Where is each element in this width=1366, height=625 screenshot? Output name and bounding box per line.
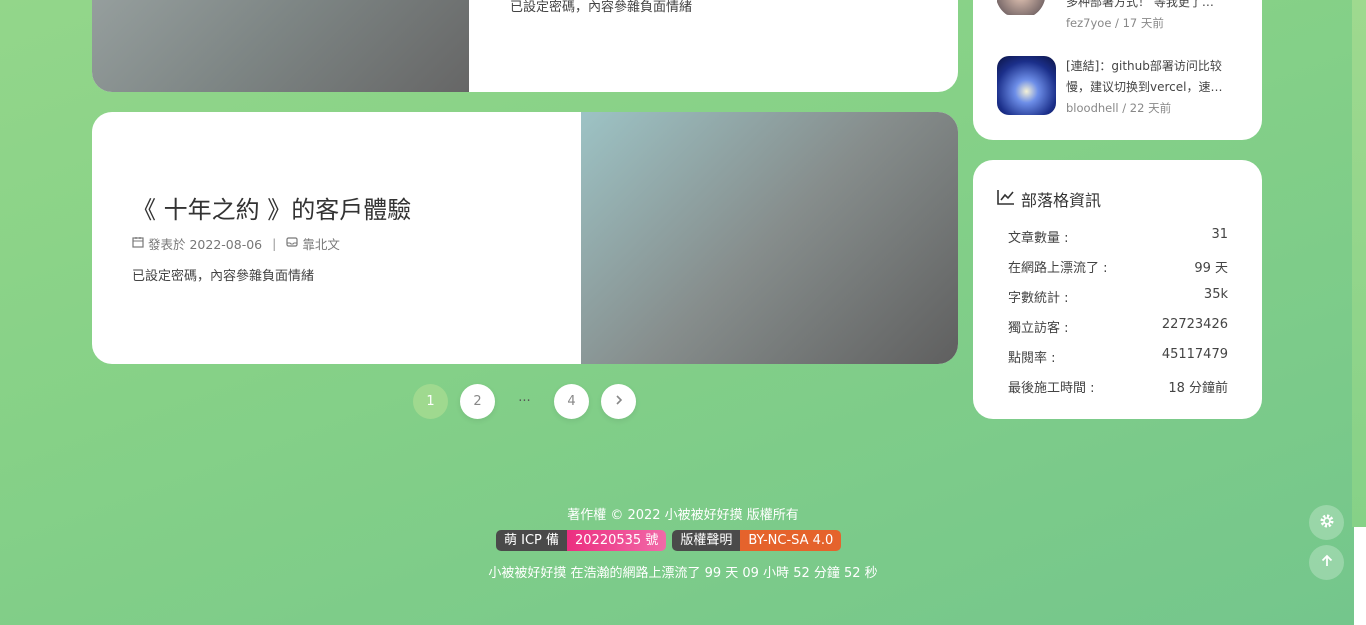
icp-badge[interactable]: 萌 ICP 備 20220535 號 xyxy=(496,530,667,551)
comment-text[interactable]: [連結]：github部署访问比较慢，建议切换到vercel，速… xyxy=(1066,56,1236,98)
comment-author-time: bloodhell / 22 天前 xyxy=(1066,101,1172,115)
info-row: 文章數量 : 31 xyxy=(1008,227,1228,246)
post-date: 發表於 2022-08-06 xyxy=(148,237,263,252)
arrow-up-icon xyxy=(1320,553,1334,572)
comment-author-time: fez7yoe / 17 天前 xyxy=(1066,16,1164,30)
post-card[interactable]: 《 十年之約 》的客戶體驗 發表於 2022-08-06 | 靠北文 已設定密碼… xyxy=(92,112,958,364)
info-label: 字數統計 : xyxy=(1008,291,1069,306)
recent-comments-card: 多种部署方式！ 等我更了… fez7yoe / 17 天前 [連結]：githu… xyxy=(973,0,1262,140)
footer-copyright: 著作權 © 2022 小被被好好摸 版權所有 xyxy=(567,508,799,523)
footer-badges: 萌 ICP 備 20220535 號 版權聲明 BY-NC-SA 4.0 xyxy=(496,530,842,551)
info-label: 點閱率 : xyxy=(1008,351,1056,366)
info-row: 獨立訪客 : 22723426 xyxy=(1008,317,1228,336)
info-value: 45117479 xyxy=(1161,347,1228,362)
license-badge[interactable]: 版權聲明 BY-NC-SA 4.0 xyxy=(672,530,842,551)
post-meta: 發表於 2022-08-06 | 靠北文 xyxy=(132,234,340,253)
blog-info-card: 部落格資訊 文章數量 : 31 在網路上漂流了 : 99 天 字數統計 : 35… xyxy=(973,160,1262,419)
pagination: 1 2 ··· 4 xyxy=(413,384,636,419)
info-value: 99 天 xyxy=(1194,261,1228,276)
avatar[interactable] xyxy=(997,0,1056,15)
footer-uptime: 小被被好好摸 在浩瀚的網路上漂流了 99 天 09 小時 52 分鐘 52 秒 xyxy=(488,566,878,581)
icp-badge-label: 萌 ICP 備 xyxy=(496,530,568,551)
post-category[interactable]: 靠北文 xyxy=(302,234,340,253)
comment-text[interactable]: 多种部署方式！ 等我更了… xyxy=(1066,0,1236,13)
info-row: 字數統計 : 35k xyxy=(1008,287,1228,306)
comment-item[interactable]: [連結]：github部署访问比较慢，建议切换到vercel，速… bloodh… xyxy=(997,56,1236,116)
chart-line-icon xyxy=(997,189,1015,209)
pagination-ellipsis: ··· xyxy=(518,394,531,409)
gear-icon xyxy=(1319,513,1335,533)
back-to-top-button[interactable] xyxy=(1309,545,1344,580)
info-value: 22723426 xyxy=(1161,317,1228,332)
inbox-icon xyxy=(286,236,298,251)
page-4-button[interactable]: 4 xyxy=(554,384,589,419)
comment-item[interactable]: 多种部署方式！ 等我更了… fez7yoe / 17 天前 xyxy=(997,0,1236,31)
license-badge-value: BY-NC-SA 4.0 xyxy=(740,530,842,551)
post-description: 已設定密碼，內容參雜負面情緒 xyxy=(132,269,315,284)
info-value: 31 xyxy=(1211,227,1228,242)
blog-info-title: 部落格資訊 xyxy=(1021,191,1102,210)
post-card[interactable]: 已設定密碼，內容參雜負面情緒 xyxy=(92,0,958,92)
license-badge-label: 版權聲明 xyxy=(672,530,741,551)
post-thumbnail[interactable] xyxy=(581,112,958,364)
icp-badge-value: 20220535 號 xyxy=(567,530,667,551)
info-row: 最後施工時間 : 18 分鐘前 xyxy=(1008,377,1228,396)
info-value: 18 分鐘前 xyxy=(1168,381,1228,396)
next-page-button[interactable] xyxy=(601,384,636,419)
post-description: 已設定密碼，內容參雜負面情緒 xyxy=(510,0,693,15)
page-1-button[interactable]: 1 xyxy=(413,384,448,419)
calendar-icon xyxy=(132,236,144,251)
info-label: 在網路上漂流了 : xyxy=(1008,261,1108,276)
info-label: 最後施工時間 : xyxy=(1008,381,1095,396)
post-title[interactable]: 《 十年之約 》的客戶體驗 xyxy=(132,190,411,225)
info-label: 文章數量 : xyxy=(1008,231,1069,246)
page-2-button[interactable]: 2 xyxy=(460,384,495,419)
info-label: 獨立訪客 : xyxy=(1008,321,1069,336)
info-row: 在網路上漂流了 : 99 天 xyxy=(1008,257,1228,276)
chevron-right-icon xyxy=(613,394,625,410)
settings-button[interactable] xyxy=(1309,505,1344,540)
info-value: 35k xyxy=(1203,287,1228,302)
meta-separator: | xyxy=(272,236,277,251)
post-thumbnail[interactable] xyxy=(92,0,469,92)
blog-info-heading: 部落格資訊 xyxy=(997,187,1101,211)
page-edge xyxy=(1354,527,1366,625)
info-row: 點閱率 : 45117479 xyxy=(1008,347,1228,366)
scrollbar[interactable] xyxy=(1352,0,1366,527)
avatar[interactable] xyxy=(997,56,1056,115)
